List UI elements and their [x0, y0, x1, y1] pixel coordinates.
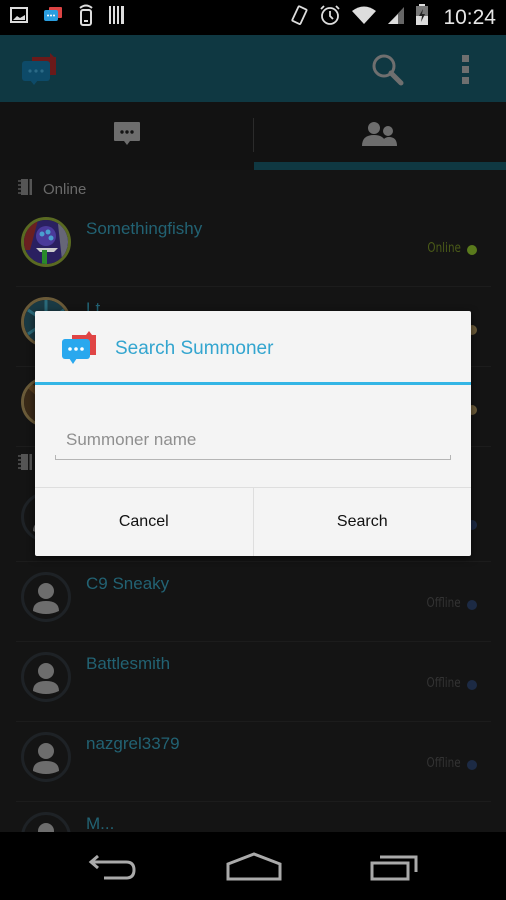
status-dot-offline — [467, 760, 477, 770]
friend-name: Battlesmith — [86, 654, 171, 673]
status-dot-online — [467, 245, 477, 255]
friend-row[interactable]: Battlesmith Offline — [16, 642, 491, 722]
chat-app-notification-icon — [42, 6, 64, 29]
section-header-online: Online — [0, 174, 86, 204]
alarm-icon — [319, 4, 341, 31]
friend-row[interactable]: C9 Sneaky Offline — [16, 562, 491, 642]
battery-charging-icon — [415, 4, 429, 31]
friend-name: nazgrel3379 — [86, 734, 180, 753]
avatar-default — [21, 572, 71, 622]
wifi-icon — [351, 5, 377, 30]
tab-bar — [0, 102, 506, 170]
section-header-offline — [0, 449, 33, 479]
action-bar — [0, 35, 506, 102]
friend-row[interactable]: Somethingfishy Online — [16, 207, 491, 287]
image-notification-icon — [10, 7, 28, 28]
back-icon[interactable] — [88, 852, 138, 887]
friend-row[interactable]: M... — [16, 802, 491, 832]
chat-icon — [113, 121, 141, 152]
search-icon[interactable] — [371, 53, 405, 92]
app-logo-icon — [60, 331, 98, 370]
app-logo-icon[interactable] — [20, 53, 56, 90]
navigation-bar — [0, 832, 506, 900]
friend-row[interactable]: nazgrel3379 Offline — [16, 722, 491, 802]
vibrate-icon — [289, 4, 309, 31]
home-icon[interactable] — [226, 852, 282, 887]
friend-status: Offline — [426, 756, 461, 771]
status-bar: 10:24 — [0, 0, 506, 35]
overflow-menu-icon[interactable] — [460, 53, 472, 92]
friends-icon — [361, 121, 398, 152]
section-label: Online — [43, 180, 87, 198]
avatar-default — [21, 652, 71, 702]
status-dot-offline — [467, 600, 477, 610]
dialog-title: Search Summoner — [115, 338, 274, 359]
search-button[interactable]: Search — [252, 488, 472, 556]
active-tab-indicator — [254, 162, 506, 170]
summoner-name-input[interactable] — [55, 421, 451, 459]
notebook-icon — [17, 453, 33, 476]
barcode-icon — [108, 5, 126, 30]
tab-friends[interactable] — [253, 102, 506, 170]
avatar-default — [21, 732, 71, 782]
search-summoner-dialog: Search Summoner Cancel Search — [35, 311, 471, 556]
friend-status: Online — [427, 241, 461, 256]
input-underline — [55, 455, 451, 460]
tab-chats[interactable] — [0, 102, 253, 170]
friend-name: C9 Sneaky — [86, 574, 170, 593]
avatar — [21, 217, 71, 267]
recents-icon[interactable] — [370, 852, 420, 887]
dialog-buttons: Cancel Search — [35, 487, 471, 556]
status-dot-offline — [467, 680, 477, 690]
friend-name: M... — [86, 814, 115, 832]
friend-name: Somethingfishy — [86, 219, 203, 238]
cell-signal-icon — [387, 5, 405, 30]
clock: 10:24 — [443, 5, 496, 29]
friend-status: Offline — [426, 596, 461, 611]
cancel-button[interactable]: Cancel — [35, 488, 253, 556]
dialog-body — [35, 385, 471, 487]
friend-status: Offline — [426, 676, 461, 691]
avatar-default — [21, 812, 71, 832]
phone-signal-icon — [78, 4, 94, 31]
dialog-header: Search Summoner — [35, 311, 471, 385]
notebook-icon — [17, 178, 33, 201]
